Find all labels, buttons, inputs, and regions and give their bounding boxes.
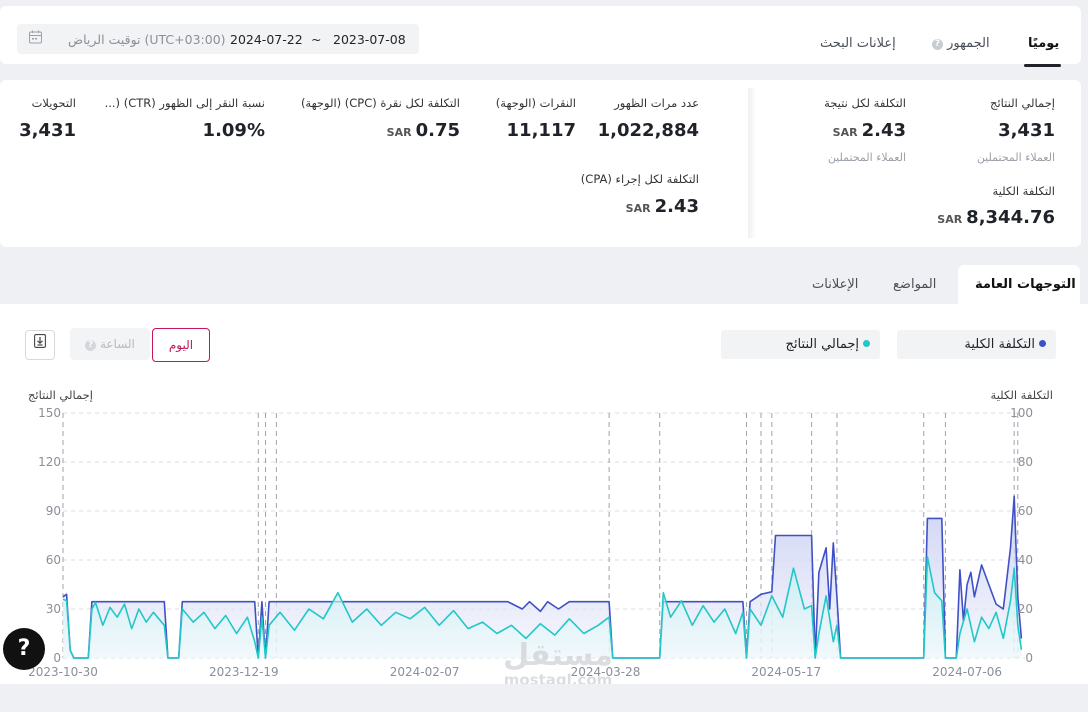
total-results-label: إجمالي النتائج <box>990 96 1055 110</box>
clicks-label: النقرات (الوجهة) <box>495 96 576 110</box>
impressions-value: 1,022,884 <box>597 120 699 141</box>
ctr-label: نسبة النقر إلى الظهور (CTR) (... <box>104 96 265 110</box>
help-button[interactable]: ? <box>3 628 45 670</box>
date-range-picker[interactable]: (UTC+03:00) توقيت الرياض 2024-07-22 ~ 20… <box>17 24 419 54</box>
left-tick-label: 150 <box>38 406 61 420</box>
cpc-label: التكلفة لكل نقرة (CPC) (الوجهة) <box>300 96 460 110</box>
total-cost-label: التكلفة الكلية <box>992 184 1055 198</box>
tab-ads[interactable]: الإعلانات <box>812 277 858 292</box>
right-tick-label: 60 <box>1018 504 1033 518</box>
tab-daily[interactable]: يوميًا <box>1028 36 1059 51</box>
cost-per-result-sub: العملاء المحتملين <box>827 151 906 164</box>
chart-series <box>62 495 1023 659</box>
export-button[interactable] <box>25 330 55 360</box>
currency: SAR <box>937 213 963 226</box>
left-tick-label: 30 <box>46 602 61 616</box>
legend-results[interactable]: إجمالي النتائج <box>721 330 880 359</box>
conversions-value: 3,431 <box>19 120 76 141</box>
cost-per-result-value: SAR 2.43 <box>833 120 906 141</box>
x-tick-label: 2023-12-19 <box>209 665 279 679</box>
top-bar: يوميًا ? الجمهور إعلانات البحث (UTC+03:0… <box>0 6 1081 67</box>
watermark-ar: مستقل <box>503 638 613 673</box>
watermark: مستقل mostaql.com <box>478 638 638 689</box>
download-icon <box>34 334 46 352</box>
x-tick-label: 2024-05-17 <box>751 665 821 679</box>
calendar-icon <box>29 30 42 47</box>
help-icon: ? <box>17 636 31 661</box>
page-bottom <box>0 684 1088 712</box>
x-tick-label: 2024-02-07 <box>390 665 460 679</box>
legend-cost-label: التكلفة الكلية <box>964 337 1035 352</box>
tab-active-indicator <box>1024 64 1061 67</box>
cpa-value: SAR 2.43 <box>626 196 699 217</box>
ctr-value: 1.09% <box>202 120 265 141</box>
x-tick-label: 2024-07-06 <box>932 665 1002 679</box>
cpc-value: SAR 0.75 <box>387 120 460 141</box>
currency: SAR <box>832 126 858 139</box>
total-results-sub: العملاء المحتملين <box>976 151 1055 164</box>
hour-button[interactable]: ? الساعة <box>70 328 150 360</box>
legend-results-label: إجمالي النتائج <box>785 337 859 352</box>
right-tick-label: 100 <box>1010 406 1033 420</box>
currency: SAR <box>625 202 651 215</box>
date-end: 2024-07-22 <box>230 32 303 47</box>
currency: SAR <box>386 126 412 139</box>
tab-audience[interactable]: ? الجمهور <box>932 36 990 51</box>
cpa-label: التكلفة لكل إجراء (CPA) <box>580 172 699 186</box>
trend-chart: 0 0 30 20 60 40 90 60 120 80 150 100 إجمالي النتائج ا… <box>28 388 1053 679</box>
date-separator: ~ <box>311 32 322 47</box>
right-tick-label: 80 <box>1018 455 1033 469</box>
section-tabs: التوجهات العامة المواضع الإعلانات <box>0 262 1088 305</box>
cpa-number: 2.43 <box>654 196 699 217</box>
tab-audience-label: الجمهور <box>947 36 990 51</box>
tab-placements[interactable]: المواضع <box>893 277 936 292</box>
legend-cost[interactable]: التكلفة الكلية <box>897 330 1056 359</box>
day-button[interactable]: اليوم <box>152 328 210 362</box>
tab-search-ads[interactable]: إعلانات البحث <box>820 36 896 51</box>
cost-per-result-number: 2.43 <box>861 120 906 141</box>
tab-overview[interactable]: التوجهات العامة <box>975 277 1076 292</box>
x-tick-label: 2023-10-30 <box>28 665 98 679</box>
right-axis-title: التكلفة الكلية <box>991 388 1053 402</box>
question-icon: ? <box>85 340 97 351</box>
total-cost-number: 8,344.76 <box>966 207 1055 228</box>
legend-dot-cost <box>1039 340 1046 347</box>
conversions-label: التحويلات <box>31 96 76 110</box>
metrics-divider <box>748 88 756 238</box>
impressions-label: عدد مرات الظهور <box>614 96 699 110</box>
cost-per-result-label: التكلفة لكل نتيجة <box>824 96 906 110</box>
clicks-value: 11,117 <box>506 120 576 141</box>
right-tick-label: 0 <box>1025 651 1033 665</box>
left-tick-label: 0 <box>53 651 61 665</box>
right-tick-label: 20 <box>1018 602 1033 616</box>
metrics-panel: إجمالي النتائج 3,431 العملاء المحتملين ا… <box>0 80 1081 247</box>
hour-button-label: الساعة <box>99 337 135 351</box>
timezone-label: (UTC+03:00) توقيت الرياض <box>68 32 226 47</box>
legend-dot-results <box>863 340 870 347</box>
right-tick-label: 40 <box>1018 553 1033 567</box>
total-cost-value: SAR 8,344.76 <box>937 207 1055 228</box>
left-tick-label: 120 <box>38 455 61 469</box>
left-tick-label: 90 <box>46 504 61 518</box>
date-start: 2023-07-08 <box>333 32 406 47</box>
total-results-value: 3,431 <box>998 120 1055 141</box>
left-axis-title: إجمالي النتائج <box>28 388 93 402</box>
left-tick-label: 60 <box>46 553 61 567</box>
question-icon: ? <box>932 39 943 50</box>
cpc-number: 0.75 <box>415 120 460 141</box>
